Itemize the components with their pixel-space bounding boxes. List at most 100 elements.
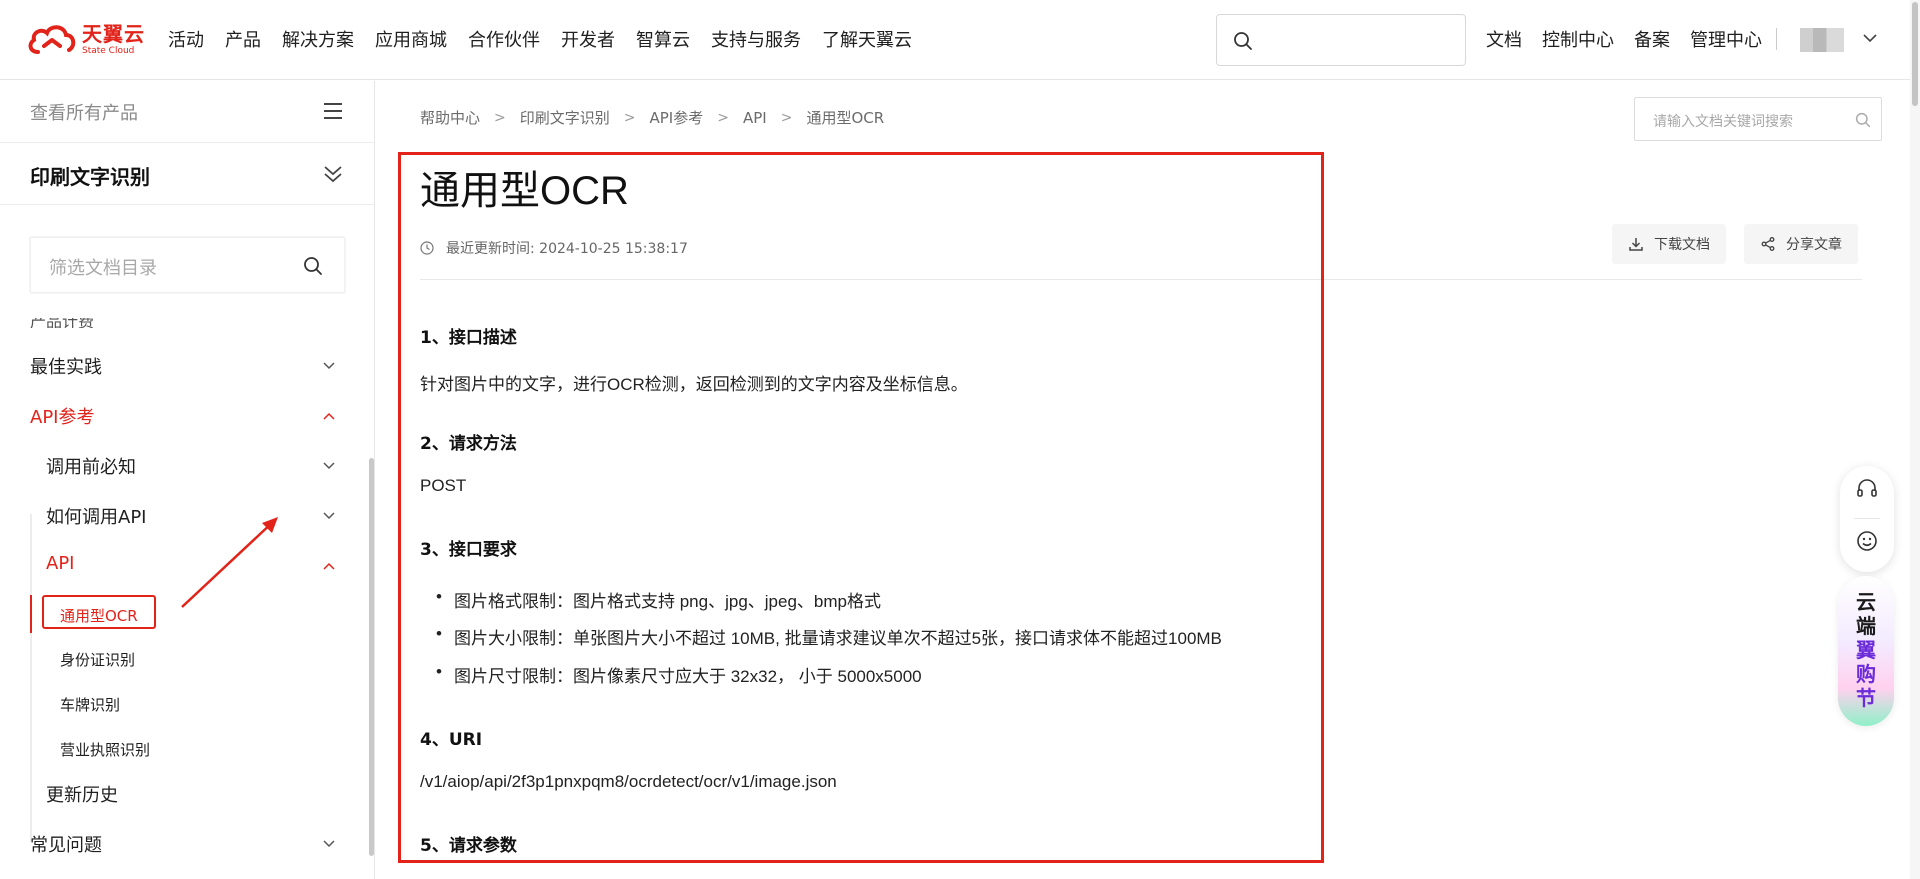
- nav-item-marketplace[interactable]: 应用商城: [375, 26, 447, 52]
- clock-icon: [420, 241, 434, 255]
- breadcrumb-separator: >: [717, 109, 729, 126]
- link-docs[interactable]: 文档: [1486, 26, 1522, 52]
- chevron-down-icon: [323, 512, 335, 520]
- sidebar-item-faq[interactable]: 常见问题: [30, 823, 350, 863]
- chevron-up-icon: [323, 412, 335, 420]
- breadcrumb-item-current: 通用型OCR: [806, 109, 885, 127]
- global-search-input[interactable]: [1216, 14, 1466, 66]
- breadcrumb: 帮助中心 > 印刷文字识别 > API参考 > API > 通用型OCR: [420, 107, 884, 128]
- section-heading: 3、接口要求: [420, 540, 517, 560]
- double-chevron-down-icon[interactable]: [322, 163, 344, 185]
- section-body: POST: [420, 476, 467, 495]
- sidebar-item-general-ocr-label: 通用型OCR: [60, 607, 138, 625]
- nav-item-ai-cloud[interactable]: 智算云: [636, 26, 690, 52]
- sidebar-item-cut: 产品计费: [30, 318, 95, 328]
- share-article-label: 分享文章: [1786, 237, 1842, 253]
- nav-item-activity[interactable]: 活动: [168, 26, 204, 52]
- chevron-down-icon[interactable]: [1862, 30, 1878, 46]
- nav-item-solutions[interactable]: 解决方案: [282, 26, 354, 52]
- section-heading: 4、URI: [420, 730, 483, 750]
- catalog-filter-input[interactable]: 筛选文档目录: [30, 237, 345, 293]
- sidebar-item-license[interactable]: 营业执照识别: [60, 729, 374, 769]
- header-divider: [420, 279, 1862, 280]
- nav-item-products[interactable]: 产品: [225, 26, 261, 52]
- top-links: 文档 控制中心 备案 管理中心: [1486, 26, 1762, 52]
- promo-badge[interactable]: 云端 翼购节: [1838, 576, 1894, 726]
- section-heading: 2、请求方法: [420, 434, 517, 454]
- page-scrollbar-thumb[interactable]: [1912, 2, 1918, 106]
- cloud-logo-icon: [28, 25, 76, 54]
- breadcrumb-item-product[interactable]: 印刷文字识别: [520, 107, 610, 128]
- top-divider: [1776, 28, 1777, 50]
- headset-icon[interactable]: [1855, 477, 1879, 501]
- section-body: /v1/aiop/api/2f3p1pnxpqm8/ocrdetect/ocr/…: [420, 772, 837, 791]
- catalog-filter-placeholder: 筛选文档目录: [49, 258, 157, 279]
- link-console[interactable]: 控制中心: [1542, 26, 1614, 52]
- promo-line-1: 云端: [1856, 590, 1876, 638]
- link-icp-filing[interactable]: 备案: [1634, 26, 1670, 52]
- avatar[interactable]: [1800, 28, 1844, 52]
- sidebar-item-history[interactable]: 更新历史: [46, 773, 366, 813]
- breadcrumb-separator: >: [780, 109, 793, 126]
- menu-icon[interactable]: [322, 101, 344, 121]
- search-icon[interactable]: [303, 256, 323, 276]
- breadcrumb-item-help[interactable]: 帮助中心: [420, 107, 480, 128]
- view-all-products-label: 查看所有产品: [30, 103, 138, 124]
- nav-item-about[interactable]: 了解天翼云: [822, 26, 912, 52]
- view-all-products[interactable]: 查看所有产品: [0, 81, 374, 143]
- tree-guide-line: [30, 514, 32, 842]
- doc-search-placeholder: 请输入文档关键词搜索: [1653, 114, 1793, 130]
- sidebar-item-general-ocr[interactable]: 通用型OCR: [42, 595, 156, 629]
- brand-name-cn: 天翼云: [82, 22, 145, 46]
- nav-item-support[interactable]: 支持与服务: [711, 26, 801, 52]
- link-management[interactable]: 管理中心: [1690, 26, 1762, 52]
- brand-logo[interactable]: 天翼云 State Cloud: [26, 22, 145, 58]
- smile-icon[interactable]: [1855, 529, 1879, 553]
- section-body: 针对图片中的文字，进行OCR检测，返回检测到的文字内容及坐标信息。: [420, 375, 968, 394]
- top-navigation-bar: 天翼云 State Cloud 活动 产品 解决方案 应用商城 合作伙伴 开发者…: [0, 0, 1920, 80]
- doc-sidebar: 查看所有产品 印刷文字识别 筛选文档目录 产品计费 最佳实践 API参考 调用前…: [0, 81, 375, 879]
- breadcrumb-separator: >: [623, 109, 636, 126]
- brand-name-en: State Cloud: [82, 46, 135, 56]
- page-scrollbar[interactable]: [1910, 0, 1920, 879]
- download-doc-label: 下载文档: [1654, 237, 1710, 253]
- sidebar-scrollbar[interactable]: [369, 458, 374, 856]
- section-heading: 1、接口描述: [420, 328, 517, 348]
- nav-item-developers[interactable]: 开发者: [561, 26, 615, 52]
- main-nav: 活动 产品 解决方案 应用商城 合作伙伴 开发者 智算云 支持与服务 了解天翼云: [168, 26, 912, 52]
- promo-line-2: 翼购节: [1856, 638, 1876, 710]
- section-heading: 5、请求参数: [420, 836, 517, 856]
- search-icon: [1234, 32, 1252, 50]
- download-doc-button[interactable]: 下载文档: [1612, 224, 1726, 264]
- chevron-down-icon: [323, 362, 335, 370]
- sidebar-item-api-reference[interactable]: API参考: [30, 395, 350, 435]
- annotation-arrow-icon: [181, 517, 278, 608]
- chevron-down-icon: [323, 462, 335, 470]
- doc-search-input[interactable]: 请输入文档关键词搜索: [1634, 97, 1882, 141]
- chevron-up-icon: [323, 562, 335, 570]
- nav-item-partners[interactable]: 合作伙伴: [468, 26, 540, 52]
- last-updated-text: 最近更新时间: 2024-10-25 15:38:17: [446, 241, 688, 257]
- search-icon[interactable]: [1855, 112, 1871, 128]
- list-item: 图片格式限制：图片格式支持 png、jpg、jpeg、bmp格式: [436, 587, 881, 612]
- floating-service-panel: [1840, 466, 1894, 572]
- breadcrumb-item-api-ref[interactable]: API参考: [650, 107, 704, 128]
- active-indicator: [30, 595, 32, 633]
- breadcrumb-item-api[interactable]: API: [743, 109, 767, 127]
- breadcrumb-separator: >: [494, 109, 506, 126]
- product-selector[interactable]: 印刷文字识别: [0, 143, 374, 205]
- sidebar-item-before-call[interactable]: 调用前必知: [46, 445, 366, 485]
- panel-divider: [1854, 518, 1880, 519]
- last-updated: 最近更新时间: 2024-10-25 15:38:17: [420, 238, 688, 258]
- sidebar-item-plate[interactable]: 车牌识别: [60, 684, 374, 724]
- list-item: 图片尺寸限制：图片像素尺寸应大于 32x32， 小于 5000x5000: [436, 662, 922, 687]
- sidebar-item-id-card[interactable]: 身份证识别: [60, 639, 374, 679]
- chevron-down-icon: [323, 840, 335, 848]
- share-icon: [1761, 237, 1775, 251]
- sidebar-item-best-practice[interactable]: 最佳实践: [30, 345, 350, 385]
- page-title: 通用型OCR: [420, 169, 629, 213]
- share-article-button[interactable]: 分享文章: [1744, 224, 1858, 264]
- product-name: 印刷文字识别: [30, 165, 150, 189]
- list-item: 图片大小限制：单张图片大小不超过 10MB, 批量请求建议单次不超过5张，接口请…: [436, 624, 1222, 649]
- download-icon: [1629, 238, 1643, 251]
